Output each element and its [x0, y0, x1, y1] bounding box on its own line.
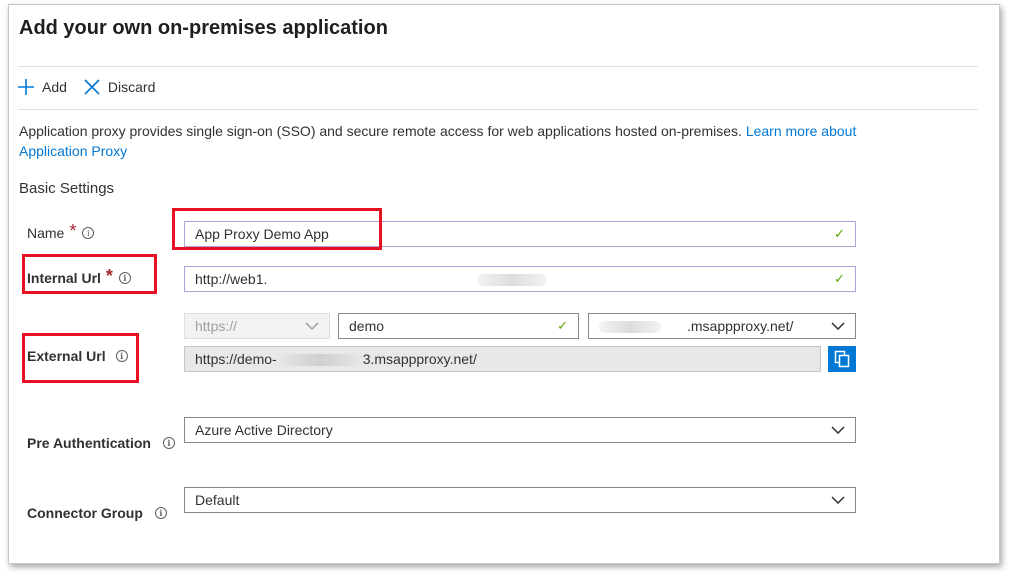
- connector-group-label-text: Connector Group: [27, 505, 143, 521]
- command-bar: Add Discard: [17, 76, 171, 98]
- domain-value: .msappproxy.net/: [599, 318, 825, 334]
- internal-url-input[interactable]: http://web1. ✓: [184, 266, 856, 292]
- redacted-text: [477, 274, 548, 287]
- subdomain-value: demo: [349, 318, 385, 334]
- check-icon: ✓: [834, 226, 845, 241]
- connector-group-value: Default: [195, 492, 240, 508]
- toolbar-divider: [18, 109, 978, 110]
- pre-authentication-label: Pre Authentication i: [27, 435, 175, 451]
- discard-button[interactable]: Discard: [83, 78, 155, 96]
- check-icon: ✓: [557, 318, 568, 333]
- info-icon[interactable]: i: [154, 507, 167, 519]
- internal-url-value: http://web1.: [195, 271, 828, 287]
- chevron-down-icon: [305, 322, 319, 330]
- redacted-text: [599, 321, 661, 334]
- protocol-dropdown[interactable]: https://: [184, 313, 330, 339]
- chevron-down-icon: [831, 322, 845, 330]
- copy-button[interactable]: [828, 346, 856, 372]
- internal-url-text: http://web1.: [195, 271, 268, 287]
- connector-group-label: Connector Group i: [27, 505, 167, 521]
- info-icon[interactable]: i: [82, 227, 95, 239]
- domain-dropdown[interactable]: .msappproxy.net/: [588, 313, 856, 339]
- chevron-down-icon: [831, 426, 845, 434]
- external-url-prefix: https://demo-: [195, 351, 277, 367]
- pre-authentication-value: Azure Active Directory: [195, 422, 333, 438]
- discard-button-label: Discard: [107, 79, 156, 95]
- name-label: Name * i: [27, 221, 95, 241]
- pre-authentication-label-text: Pre Authentication: [27, 435, 151, 451]
- section-heading: Basic Settings: [19, 180, 115, 197]
- external-url-suffix: 3.msappproxy.net/: [362, 351, 477, 367]
- copy-icon: [834, 350, 850, 368]
- title-divider: [18, 66, 978, 67]
- info-icon[interactable]: i: [162, 437, 175, 449]
- required-asterisk: *: [69, 221, 77, 241]
- redacted-text: [276, 354, 363, 367]
- add-button[interactable]: Add: [17, 78, 67, 96]
- description-body: Application proxy provides single sign-o…: [19, 123, 746, 139]
- external-url-value: https://demo- 3.msappproxy.net/: [195, 351, 810, 367]
- subdomain-input[interactable]: demo ✓: [338, 313, 579, 339]
- add-button-label: Add: [42, 79, 67, 95]
- highlight-box-internal-url: [22, 254, 157, 294]
- page-title: Add your own on-premises application: [19, 17, 388, 39]
- name-label-text: Name: [27, 225, 65, 241]
- connector-group-dropdown[interactable]: Default: [184, 487, 856, 513]
- pre-authentication-dropdown[interactable]: Azure Active Directory: [184, 417, 856, 443]
- external-url-field: https://demo- 3.msappproxy.net/: [184, 346, 821, 372]
- protocol-value: https://: [195, 318, 238, 334]
- close-icon: [84, 79, 100, 95]
- check-icon: ✓: [834, 271, 845, 286]
- highlight-box-external-url: [22, 333, 139, 383]
- chevron-down-icon: [831, 496, 845, 504]
- highlight-box-name: [172, 208, 382, 250]
- domain-suffix-text: .msappproxy.net/: [687, 318, 794, 334]
- description-text: Application proxy provides single sign-o…: [19, 121, 859, 161]
- plus-icon: [18, 79, 34, 95]
